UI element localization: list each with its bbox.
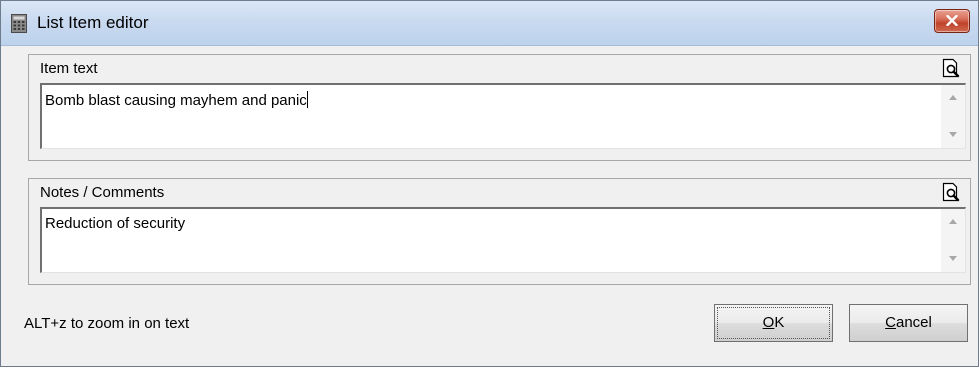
- ok-mnemonic: O: [762, 314, 775, 331]
- arrow-down-icon: [949, 132, 957, 137]
- notes-input[interactable]: Reduction of security: [40, 207, 966, 273]
- list-item-editor-dialog: List Item editor Item text Bomb blast ca…: [0, 0, 979, 367]
- close-button[interactable]: [934, 9, 970, 33]
- arrow-down-icon: [949, 256, 957, 261]
- item-text-scrollbar[interactable]: [941, 85, 965, 148]
- text-caret: [306, 91, 308, 108]
- cancel-button[interactable]: Cancel: [849, 304, 968, 342]
- cancel-label-rest: ancel: [895, 314, 932, 331]
- focus-rectangle: OK: [717, 307, 830, 339]
- scroll-up-button[interactable]: [941, 87, 965, 109]
- ok-button[interactable]: OK: [714, 304, 833, 342]
- item-text-label: Item text: [40, 60, 98, 77]
- arrow-up-icon: [949, 219, 957, 224]
- cancel-mnemonic: C: [885, 314, 896, 331]
- notes-scrollbar[interactable]: [941, 209, 965, 272]
- title-bar[interactable]: List Item editor: [1, 1, 978, 46]
- scroll-up-button[interactable]: [941, 211, 965, 233]
- scroll-down-button[interactable]: [941, 124, 965, 146]
- calculator-icon: [11, 14, 27, 33]
- arrow-up-icon: [949, 95, 957, 100]
- ok-label-rest: K: [774, 314, 785, 331]
- notes-group: Notes / Comments Reduction of security: [28, 178, 971, 285]
- item-text-zoom-button[interactable]: [941, 58, 961, 78]
- notes-zoom-button[interactable]: [941, 182, 961, 202]
- window-title: List Item editor: [37, 13, 149, 32]
- item-text-input[interactable]: Bomb blast causing mayhem and panic: [40, 83, 966, 149]
- notes-label: Notes / Comments: [40, 184, 165, 201]
- close-icon: [946, 15, 958, 26]
- magnifier-document-icon: [942, 58, 960, 78]
- magnifier-document-icon: [942, 182, 960, 202]
- item-text-group: Item text Bomb blast causing mayhem and …: [28, 54, 971, 161]
- notes-value: Reduction of security: [45, 215, 186, 232]
- zoom-hint-text: ALT+z to zoom in on text: [24, 315, 190, 332]
- scroll-down-button[interactable]: [941, 248, 965, 270]
- item-text-value: Bomb blast causing mayhem and panic: [45, 92, 307, 109]
